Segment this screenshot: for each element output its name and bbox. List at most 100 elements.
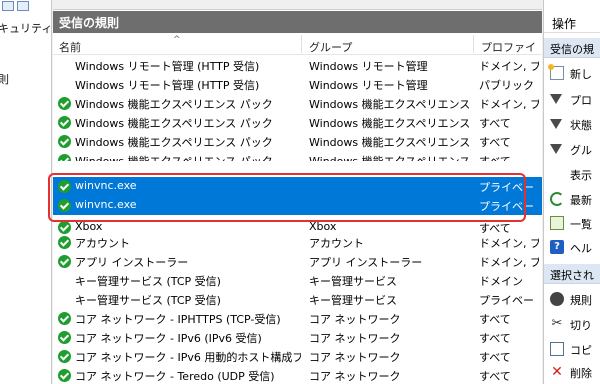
- action-label: 切り: [570, 319, 592, 332]
- enabled-check-icon: [58, 331, 71, 344]
- rule-group: Windows 機能エクスペリエンス...: [309, 98, 471, 111]
- rule-group: コア ネットワーク: [309, 332, 401, 345]
- rule-name: コア ネットワーク - Teredo (UDP 受信): [75, 370, 275, 383]
- action-help[interactable]: ? ヘル: [544, 236, 600, 258]
- copy-icon: [550, 342, 564, 356]
- action-cut[interactable]: ✂ 切り: [544, 313, 600, 335]
- rule-profile: すべて: [479, 370, 511, 383]
- rule-profile: すべて: [479, 136, 511, 149]
- rule-group: アカウント: [309, 237, 364, 250]
- rule-group: コア ネットワーク: [309, 370, 401, 383]
- rule-group: キー管理サービス: [309, 275, 397, 288]
- action-label: コピ: [570, 344, 592, 357]
- toolbar-button-icon[interactable]: [17, 1, 29, 11]
- table-row[interactable]: アプリ インストーラー アプリ インストーラー ドメイン, プ: [53, 252, 542, 271]
- action-copy[interactable]: コピ: [544, 338, 600, 360]
- enabled-check-icon: [58, 97, 71, 110]
- action-new-rule[interactable]: 新し: [544, 62, 600, 84]
- action-filter-group[interactable]: グル: [544, 138, 600, 160]
- enabled-check-icon: [58, 116, 71, 129]
- rule-name: Windows リモート管理 (HTTP 受信): [75, 79, 260, 92]
- table-row[interactable]: Windows 機能エクスペリエンス パック Windows 機能エクスペリエン…: [53, 113, 542, 132]
- enabled-check-icon: [58, 236, 71, 249]
- table-row[interactable]: キー管理サービス (TCP 受信) キー管理サービス プライベー: [53, 290, 542, 309]
- action-label: 規則: [570, 294, 592, 307]
- column-divider[interactable]: [301, 35, 302, 53]
- actions-title: 操作: [544, 11, 600, 33]
- pane-title: 受信の規則: [53, 11, 542, 33]
- rule-group: キー管理サービス: [309, 294, 397, 307]
- rule-group: コア ネットワーク: [309, 313, 401, 326]
- table-row[interactable]: コア ネットワーク - IPv6 用動的ホスト構成プロ... コア ネットワーク…: [53, 347, 542, 366]
- rule-profile: すべて: [479, 313, 511, 326]
- column-divider[interactable]: [473, 35, 474, 53]
- enabled-check-icon: [58, 350, 71, 363]
- rule-name: Windows 機能エクスペリエンス パック: [75, 153, 301, 161]
- filter-icon: [550, 144, 562, 154]
- table-row[interactable]: コア ネットワーク - Teredo (UDP 受信) コア ネットワーク すべ…: [53, 366, 542, 384]
- table-row[interactable]: アカウント アカウント ドメイン, プ: [53, 233, 542, 252]
- rule-name: コア ネットワーク - IPv6 用動的ホスト構成プロ...: [75, 351, 301, 364]
- table-row[interactable]: コア ネットワーク - IPHTTPS (TCP-受信) コア ネットワーク す…: [53, 309, 542, 328]
- rule-name: キー管理サービス (TCP 受信): [75, 275, 221, 288]
- cut-icon: ✂: [551, 316, 563, 331]
- nav-item-security[interactable]: キュリティ: [0, 20, 51, 36]
- rule-profile: ドメイン, プ: [479, 256, 539, 269]
- rule-profile: すべて: [479, 332, 511, 345]
- rule-name: キー管理サービス (TCP 受信): [75, 294, 221, 307]
- action-label: グル: [570, 144, 592, 157]
- filter-icon: [550, 94, 562, 104]
- action-view[interactable]: 表示: [544, 163, 600, 185]
- enabled-check-icon: [58, 312, 71, 325]
- enabled-check-icon: [58, 135, 71, 148]
- rule-group: コア ネットワーク: [309, 351, 401, 364]
- table-row[interactable]: コア ネットワーク - IPv6 (IPv6 受信) コア ネットワーク すべて: [53, 328, 542, 347]
- rule-name: Windows 機能エクスペリエンス パック: [75, 98, 273, 111]
- enabled-check-icon: [58, 369, 71, 382]
- rule-group: Windows 機能エクスペリエンス...: [309, 153, 471, 161]
- actions-section-inbound-rules[interactable]: 受信の規: [544, 38, 600, 58]
- action-label: 削除: [570, 367, 592, 380]
- help-icon: ?: [550, 240, 564, 254]
- table-row[interactable]: キー管理サービス (TCP 受信) キー管理サービス ドメイン: [53, 271, 542, 290]
- actions-pane: 操作 受信の規 新し プロ 状態 グル 表示 最新 一覧 ? ヘル 選択され 規…: [543, 0, 600, 384]
- action-filter-state[interactable]: 状態: [544, 113, 600, 135]
- action-refresh[interactable]: 最新: [544, 188, 600, 210]
- selection-highlight-outline: [48, 173, 526, 222]
- action-label: 一覧: [570, 218, 592, 231]
- filter-icon: [550, 119, 562, 129]
- action-export-list[interactable]: 一覧: [544, 212, 600, 234]
- table-row[interactable]: Windows リモート管理 (HTTP 受信) Windows リモート管理 …: [53, 75, 542, 94]
- action-label: 状態: [570, 119, 592, 132]
- rule-group: Windows 機能エクスペリエンス...: [309, 136, 471, 149]
- table-row[interactable]: Windows 機能エクスペリエンス パック Windows 機能エクスペリエン…: [53, 151, 542, 161]
- table-row[interactable]: Windows 機能エクスペリエンス パック Windows 機能エクスペリエン…: [53, 132, 542, 151]
- toolbar: [0, 0, 31, 12]
- action-rule-state[interactable]: 規則: [544, 288, 600, 310]
- column-group[interactable]: グループ: [303, 33, 471, 55]
- new-rule-icon: [548, 64, 564, 80]
- top-bar: [53, 0, 542, 10]
- action-filter-profile[interactable]: プロ: [544, 88, 600, 110]
- column-profile[interactable]: プロファイ: [475, 33, 542, 55]
- action-label: 最新: [570, 194, 592, 207]
- table-row[interactable]: Windows リモート管理 (HTTP 受信) Windows リモート管理 …: [53, 56, 542, 75]
- rule-name: コア ネットワーク - IPHTTPS (TCP-受信): [75, 313, 281, 326]
- action-delete[interactable]: ✕ 削除: [544, 361, 600, 383]
- action-label: ヘル: [570, 242, 592, 255]
- action-label: プロ: [570, 94, 592, 107]
- rule-profile: すべて: [479, 351, 511, 364]
- rule-group: Windows リモート管理: [309, 60, 428, 73]
- nav-item-rules[interactable]: 則: [0, 71, 9, 87]
- column-name[interactable]: 名前: [53, 33, 299, 55]
- refresh-icon: [550, 192, 564, 206]
- rule-profile: すべて: [479, 153, 539, 161]
- actions-section-selected[interactable]: 選択され: [544, 264, 600, 284]
- action-label: 新し: [570, 68, 592, 81]
- delete-icon: ✕: [551, 364, 563, 380]
- rule-name: アプリ インストーラー: [75, 256, 189, 269]
- table-row[interactable]: Windows 機能エクスペリエンス パック Windows 機能エクスペリエン…: [53, 94, 542, 113]
- toolbar-button-icon[interactable]: [2, 1, 14, 11]
- rule-name: Windows 機能エクスペリエンス パック: [75, 117, 273, 130]
- rule-name: アカウント: [75, 237, 130, 250]
